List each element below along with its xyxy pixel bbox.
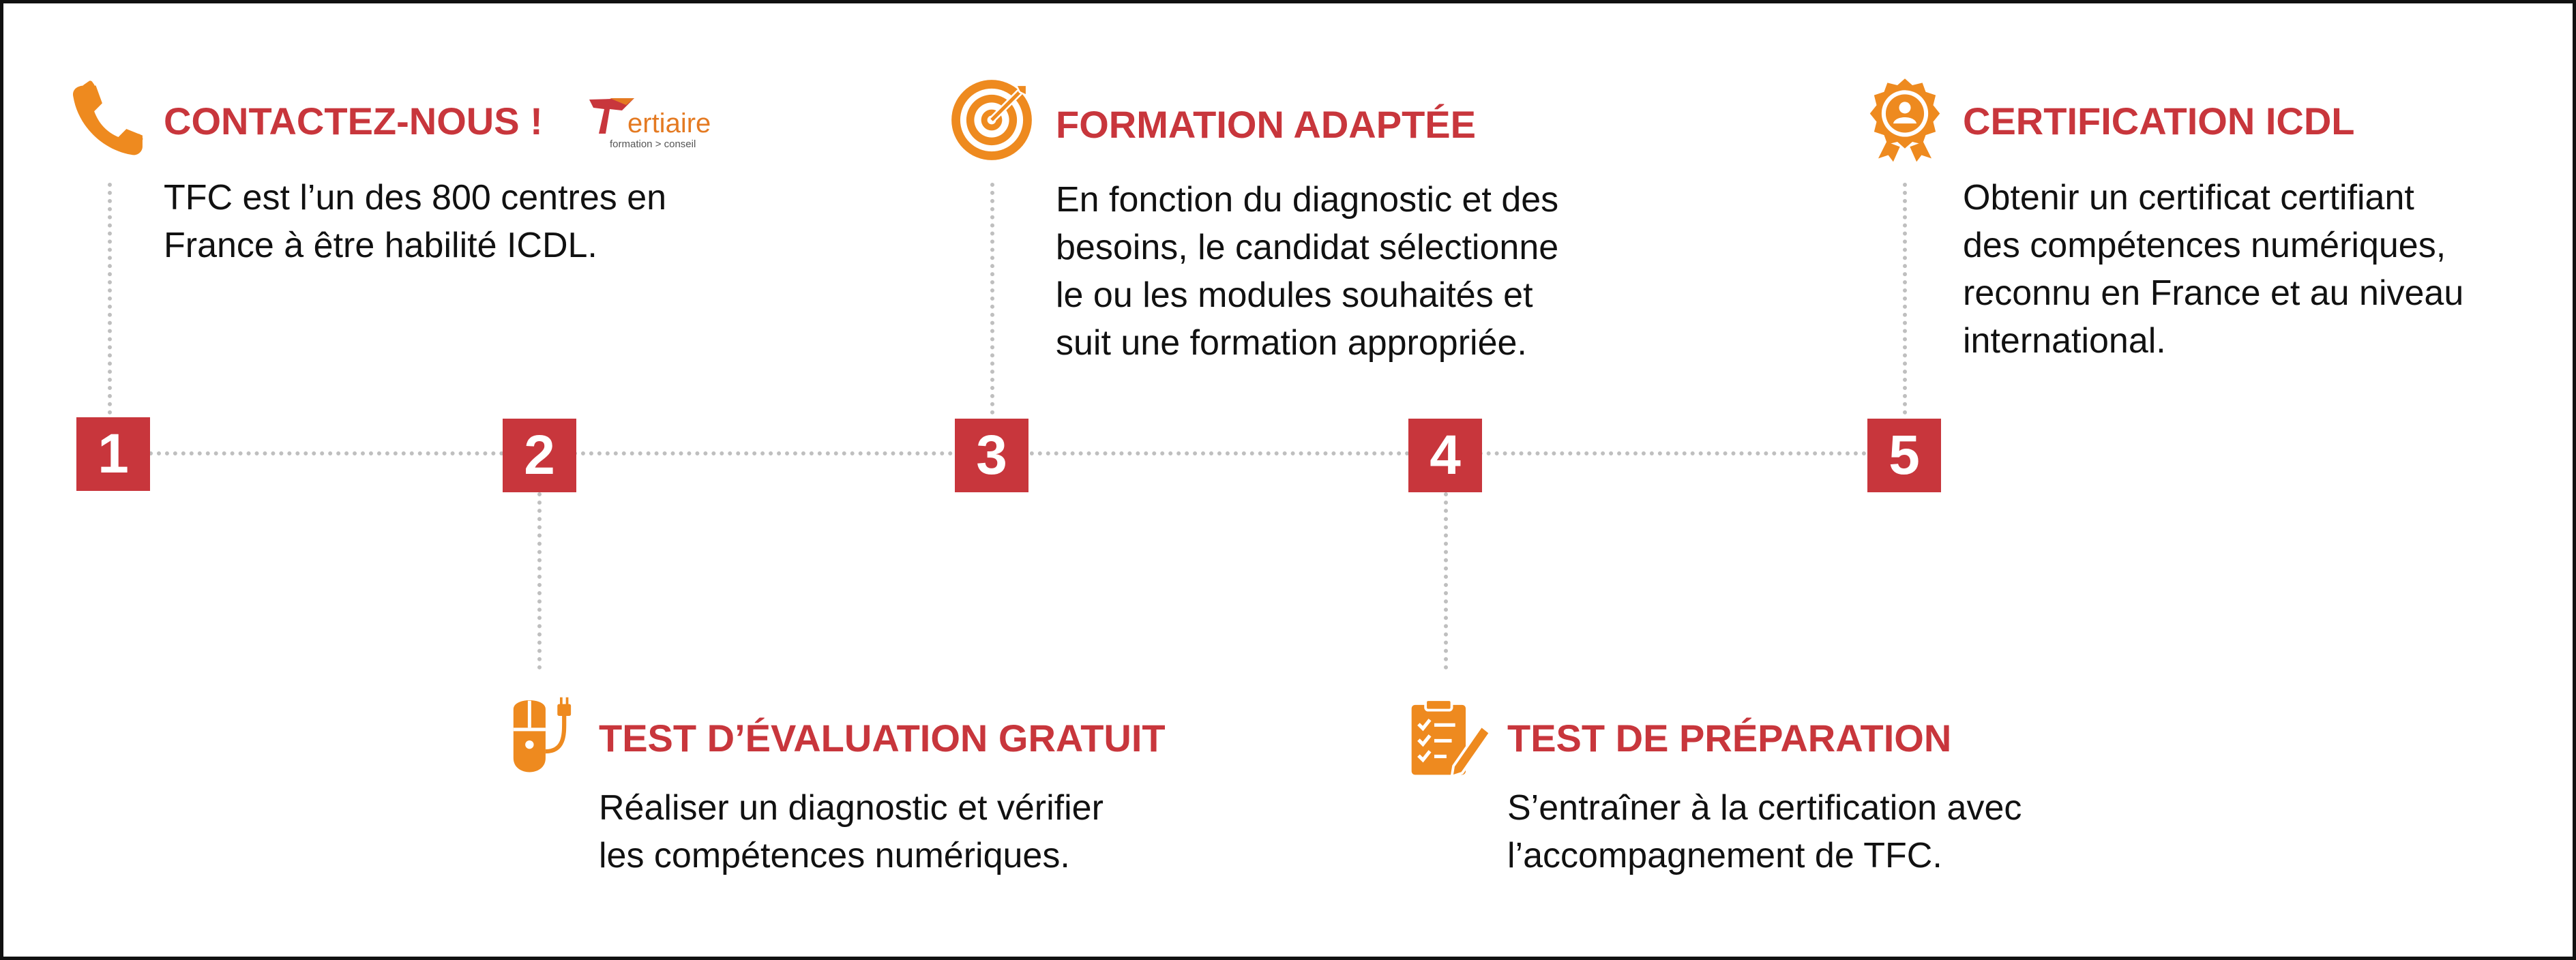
step-desc-4-line-1: S’entraîner à la certification avec xyxy=(1507,788,2022,828)
svg-text:formation > conseil: formation > conseil xyxy=(610,138,696,150)
step-number-2: 2 xyxy=(503,419,576,492)
step-desc-5-line-3: reconnu en France et au niveau xyxy=(1963,273,2464,313)
step-desc-1: TFC est l’un des 800 centres en France à… xyxy=(164,174,666,269)
step-desc-5-line-1: Obtenir un certificat certifiant xyxy=(1963,178,2414,217)
badge-icon xyxy=(1869,78,1940,162)
phone-icon xyxy=(72,80,143,155)
step-desc-3-line-3: le ou les modules souhaités et xyxy=(1056,275,1533,315)
step-desc-4-line-2: l’accompagnement de TFC. xyxy=(1507,836,1942,875)
step-desc-3-line-4: suit une formation appropriée. xyxy=(1056,323,1527,363)
step-number-4: 4 xyxy=(1408,419,1482,492)
step-number-3: 3 xyxy=(955,419,1028,492)
step-desc-5-line-2: des compétences numériques, xyxy=(1963,226,2446,265)
step-desc-2-line-1: Réaliser un diagnostic et vérifier xyxy=(599,788,1104,828)
step-desc-3-line-1: En fonction du diagnostic et des xyxy=(1056,180,1559,220)
connector-step-4 xyxy=(1444,492,1448,670)
connector-step-3 xyxy=(990,183,994,415)
step-title-2: TEST D’ÉVALUATION GRATUIT xyxy=(599,717,1166,760)
step-number-1: 1 xyxy=(76,417,150,491)
tertiaire-logo: ertiaire formation > conseil xyxy=(589,98,711,150)
step-title-5: CERTIFICATION ICDL xyxy=(1963,100,2355,142)
step-title-1: CONTACTEZ-NOUS ! xyxy=(164,100,543,142)
step-desc-2-line-2: les compétences numériques. xyxy=(599,836,1070,875)
checklist-icon xyxy=(1411,698,1492,779)
step-desc-3-line-2: besoins, le candidat sélectionne xyxy=(1056,228,1559,267)
step-desc-5-line-4: international. xyxy=(1963,321,2166,361)
svg-text:ertiaire: ertiaire xyxy=(627,108,711,138)
step-number-5: 5 xyxy=(1867,419,1941,492)
connector-step-1 xyxy=(108,183,112,415)
connector-step-5 xyxy=(1903,183,1907,415)
mouse-icon xyxy=(513,697,572,772)
step-desc-4: S’entraîner à la certification avec l’ac… xyxy=(1507,784,2022,880)
step-desc-2: Réaliser un diagnostic et vérifier les c… xyxy=(599,784,1104,880)
step-desc-1-line-1: TFC est l’un des 800 centres en xyxy=(164,178,667,217)
step-desc-1-line-2: France à être habilité ICDL. xyxy=(164,226,597,265)
connector-step-2 xyxy=(537,492,542,670)
step-desc-3: En fonction du diagnostic et des besoins… xyxy=(1056,176,1558,367)
step-title-3: FORMATION ADAPTÉE xyxy=(1056,103,1476,146)
target-icon xyxy=(951,80,1032,160)
step-desc-5: Obtenir un certificat certifiant des com… xyxy=(1963,174,2463,365)
step-title-4: TEST DE PRÉPARATION xyxy=(1507,717,1952,760)
